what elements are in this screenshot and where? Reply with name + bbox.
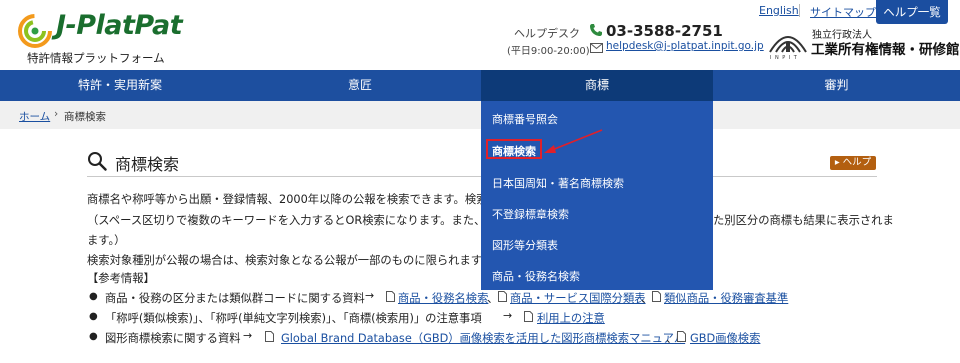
main-nav: 特許・実用新案 意匠 商標 審判 — [0, 70, 960, 101]
ref-item-1-text: 商品・役務の区分または類似群コードに関する資料 — [105, 292, 365, 305]
phone-icon — [590, 24, 602, 36]
description-line-1: 商標名や称呼等から出願・登録情報、2000年以降の公報を検索できます。検索項 — [87, 193, 499, 206]
comma-separator: 、 — [487, 292, 499, 305]
helpdesk-phone: 03-3588-2751 — [606, 22, 723, 40]
dropdown-item-trademark-number-lookup[interactable]: 商標番号照会 — [492, 111, 558, 127]
inpit-org-name: 工業所有権情報・研修館 — [811, 42, 960, 58]
document-icon — [677, 331, 686, 342]
dropdown-item-figure-classification[interactable]: 図形等分類表 — [492, 237, 558, 253]
page-title: 商標検索 — [115, 155, 180, 174]
inpit-mark-text: INPIT — [770, 55, 801, 61]
link-gbd-image-search[interactable]: GBD画像検索 — [690, 330, 760, 346]
breadcrumb: ホーム › 商標検索 — [0, 101, 960, 129]
english-link[interactable]: English — [759, 4, 799, 17]
bullet-dot: ● — [89, 291, 98, 302]
breadcrumb-current: 商標検索 — [64, 111, 106, 123]
nav-trademark[interactable]: 商標 — [481, 70, 713, 101]
ref-arrow: → — [503, 309, 513, 322]
document-icon — [524, 311, 533, 322]
description-line-2: （スペース区切りで複数のキーワードを入力するとOR検索になります。また、区 — [87, 214, 497, 227]
mail-icon — [590, 43, 603, 53]
dropdown-item-well-known-trademark-search[interactable]: 日本国周知・著名商標検索 — [492, 175, 624, 191]
logo-swirl-icon — [18, 14, 52, 48]
highlight-box — [486, 139, 542, 159]
dropdown-item-goods-services-search[interactable]: 商品・役務名検索 — [492, 268, 580, 284]
help-tag-label: ヘルプ — [842, 157, 872, 168]
helpdesk-email-link[interactable]: helpdesk@j-platpat.inpit.go.jp — [606, 40, 764, 52]
red-arrow-icon — [544, 129, 603, 153]
link-usage-notes[interactable]: 利用上の注意 — [537, 310, 605, 326]
document-icon — [386, 291, 395, 302]
logo-name: J-PlatPat — [56, 10, 183, 41]
logo-subtitle: 特許情報プラットフォーム — [27, 51, 165, 65]
document-icon — [652, 291, 661, 302]
jplatpat-logo[interactable]: J-PlatPat 特許情報プラットフォーム — [18, 6, 198, 66]
helpdesk-hours: (平日9:00-20:00) — [507, 46, 590, 57]
sitemap-link[interactable]: サイトマップ — [810, 4, 876, 20]
description-line-3: ます。） — [87, 234, 126, 247]
dropdown-item-unregistrable-mark-search[interactable]: 不登録標章検索 — [492, 206, 569, 222]
help-list-button[interactable]: ヘルプ一覧 — [876, 0, 948, 24]
link-goods-services-search[interactable]: 商品・役務名検索 — [398, 290, 488, 306]
helpdesk-label: ヘルプデスク — [514, 27, 580, 40]
ref-item-3-text: 図形商標検索に関する資料 — [105, 332, 241, 345]
nav-patent[interactable]: 特許・実用新案 — [0, 70, 240, 101]
breadcrumb-home-link[interactable]: ホーム — [19, 109, 50, 124]
document-icon — [265, 331, 274, 342]
document-icon — [498, 291, 507, 302]
nav-appeal[interactable]: 審判 — [713, 70, 960, 101]
top-link-divider — [799, 4, 800, 17]
comma-separator: 、 — [666, 332, 678, 345]
link-gbd-manual[interactable]: Global Brand Database（GBD）画像検索を活用した図形商標検… — [281, 330, 685, 346]
search-icon — [88, 152, 107, 171]
ref-item-2-text: 「称呼(類似検索)」、「称呼(単純文字列検索)」、「商標(検索用)」の注意事項 — [105, 312, 482, 325]
ref-arrow: → — [243, 329, 253, 342]
link-similar-goods-criteria[interactable]: 類似商品・役務審査基準 — [664, 290, 788, 306]
reference-heading: 【参考情報】 — [87, 272, 155, 285]
help-tag-arrow-icon: ▸ — [834, 157, 843, 168]
link-nice-classification[interactable]: 商品・サービス国際分類表 — [510, 290, 646, 306]
breadcrumb-separator: › — [54, 108, 59, 120]
description-line-4: 検索対象種別が公報の場合は、検索対象となる公報が一部のものに限られますので — [87, 254, 505, 267]
description-line-2-tail: た別区分の商標も結果に表示されま — [713, 214, 894, 227]
help-tag-button[interactable]: ▸ ヘルプ — [830, 156, 876, 170]
inpit-mark-icon — [769, 36, 807, 53]
ref-arrow: → — [365, 289, 375, 302]
nav-design[interactable]: 意匠 — [240, 70, 480, 101]
bullet-dot: ● — [89, 311, 98, 322]
comma-separator: 、 — [641, 292, 653, 305]
bullet-dot: ● — [89, 331, 98, 342]
